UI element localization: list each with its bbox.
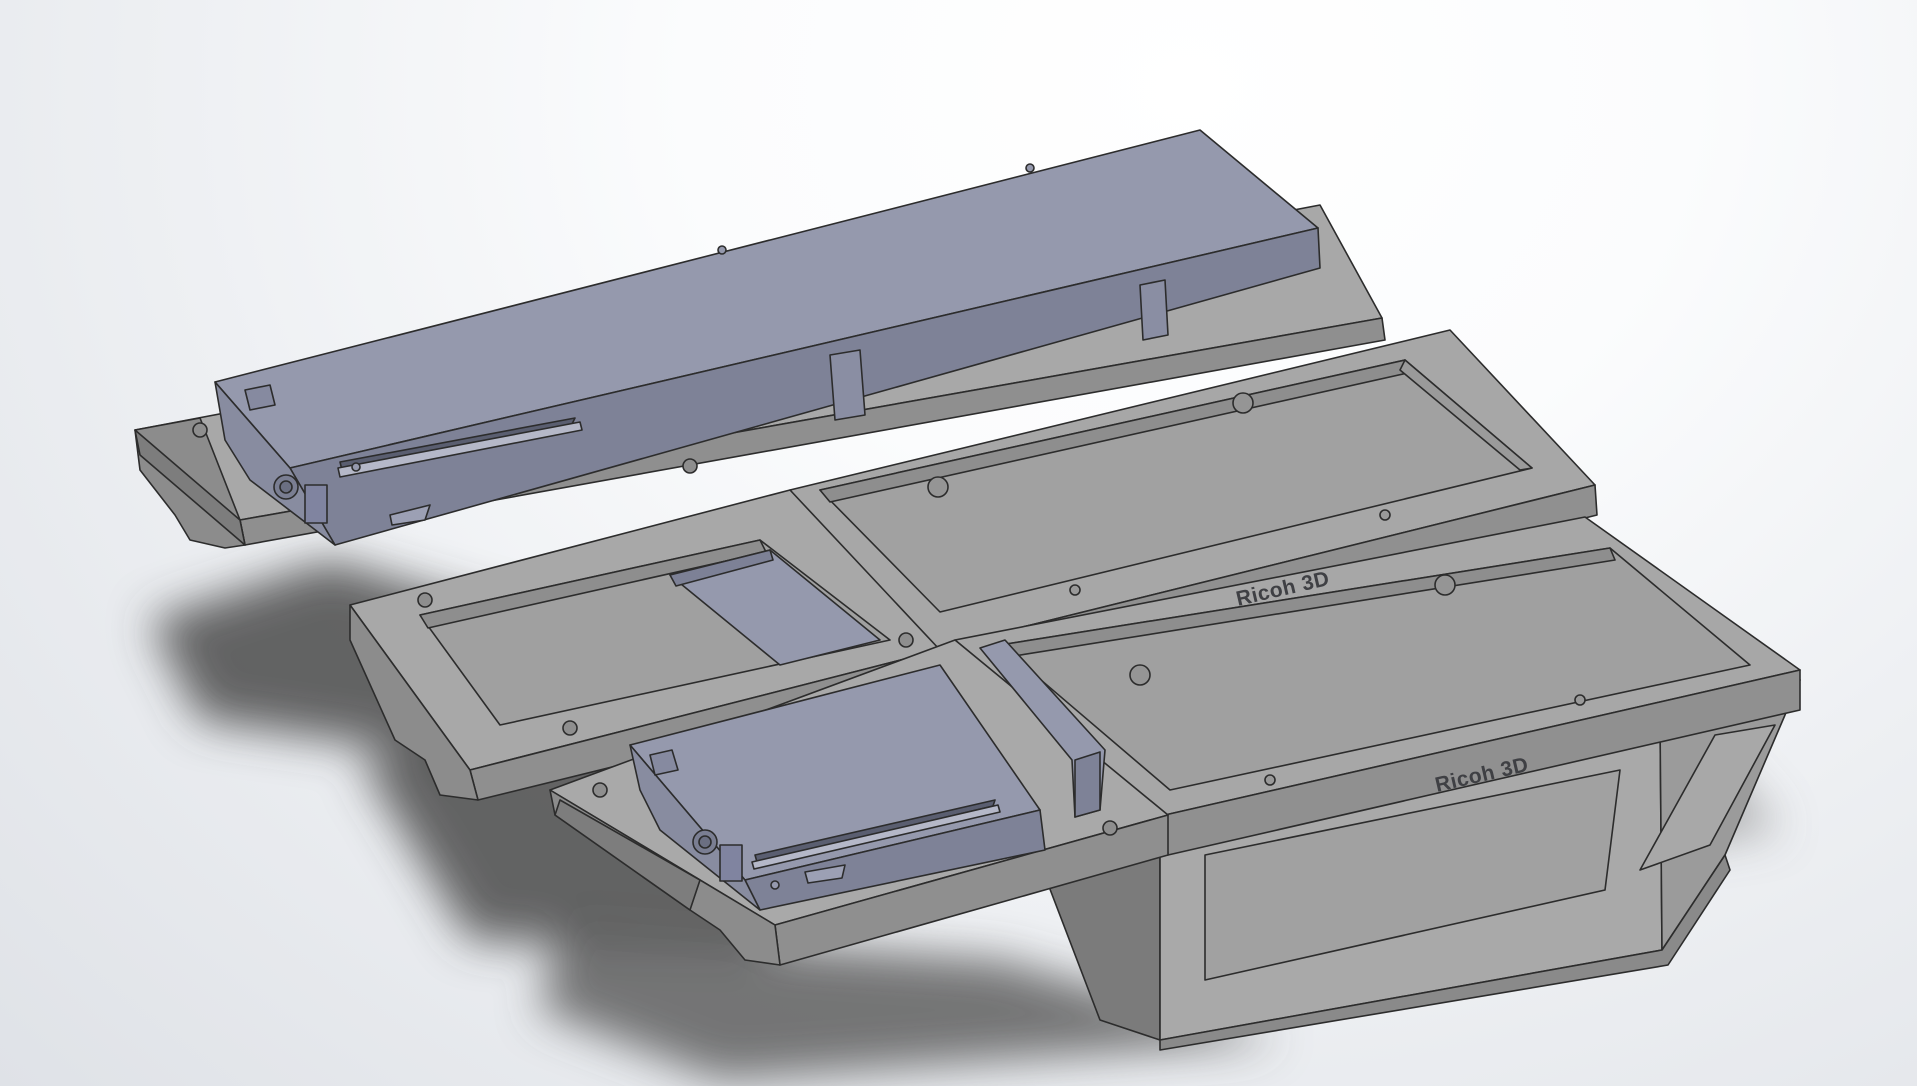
cad-model-render[interactable]: Ricoh 3D Ricoh 3D bbox=[0, 0, 1917, 1086]
cad-viewport[interactable]: Ricoh 3D Ricoh 3D bbox=[0, 0, 1917, 1086]
